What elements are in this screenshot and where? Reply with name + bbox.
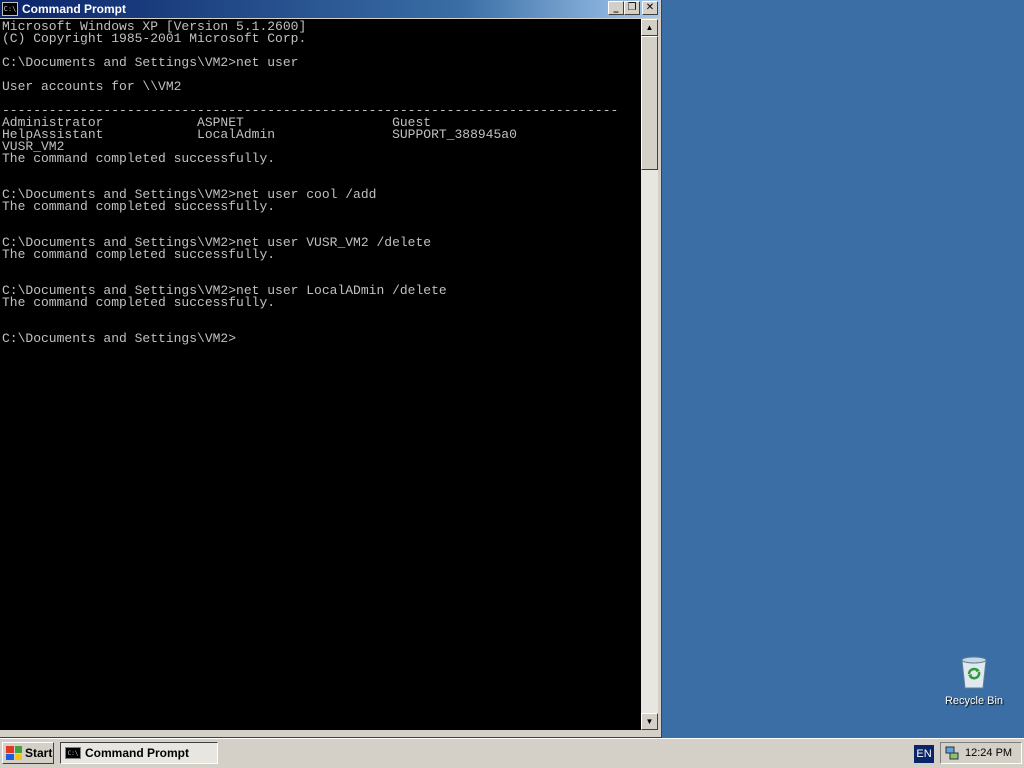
cmd-icon[interactable]: C:\ bbox=[2, 2, 18, 16]
recycle-bin-label: Recycle Bin bbox=[944, 695, 1004, 707]
console-line: The command completed successfully. bbox=[2, 247, 276, 262]
minimize-button[interactable]: _ bbox=[608, 1, 624, 15]
window-titlebar[interactable]: C:\ Command Prompt _ ❐ ✕ bbox=[0, 0, 660, 18]
start-label: Start bbox=[25, 746, 53, 760]
restore-button[interactable]: ❐ bbox=[624, 1, 640, 15]
clock[interactable]: 12:24 PM bbox=[965, 747, 1012, 759]
vertical-scrollbar[interactable]: ▲ ▼ bbox=[641, 19, 658, 730]
recycle-bin-icon bbox=[959, 656, 989, 690]
window-controls: _ ❐ ✕ bbox=[608, 1, 658, 15]
console-line: The command completed successfully. bbox=[2, 151, 276, 166]
console-line: C:\Documents and Settings\VM2> bbox=[2, 331, 237, 346]
scroll-down-button[interactable]: ▼ bbox=[641, 713, 658, 730]
close-button[interactable]: ✕ bbox=[642, 1, 658, 15]
cmd-icon: C:\ bbox=[65, 747, 81, 759]
language-indicator[interactable]: EN bbox=[914, 745, 934, 763]
console-line: HelpAssistant LocalAdmin SUPPORT_388945a… bbox=[2, 127, 517, 142]
system-tray: 12:24 PM bbox=[940, 742, 1022, 764]
command-prompt-window[interactable]: C:\ Command Prompt _ ❐ ✕ Microsoft Windo… bbox=[0, 0, 662, 738]
taskbar-item-command-prompt[interactable]: C:\ Command Prompt bbox=[60, 742, 218, 764]
desktop-icon-recycle-bin[interactable]: Recycle Bin bbox=[940, 656, 1008, 707]
console-line: (C) Copyright 1985-2001 Microsoft Corp. bbox=[2, 31, 307, 46]
console-output[interactable]: Microsoft Windows XP [Version 5.1.2600](… bbox=[0, 19, 641, 730]
start-button[interactable]: Start bbox=[2, 742, 54, 764]
network-icon[interactable] bbox=[945, 746, 959, 760]
scroll-up-button[interactable]: ▲ bbox=[641, 19, 658, 36]
window-title: Command Prompt bbox=[22, 2, 127, 16]
console-line: The command completed successfully. bbox=[2, 295, 276, 310]
console-line: The command completed successfully. bbox=[2, 199, 276, 214]
taskbar-item-label: Command Prompt bbox=[85, 746, 190, 760]
console-line: C:\Documents and Settings\VM2>net user bbox=[2, 55, 299, 70]
scrollbar-thumb[interactable] bbox=[641, 36, 658, 170]
console-line: User accounts for \\VM2 bbox=[2, 79, 182, 94]
windows-logo-icon bbox=[6, 746, 22, 760]
taskbar: Start C:\ Command Prompt EN 12:24 PM bbox=[0, 738, 1024, 768]
